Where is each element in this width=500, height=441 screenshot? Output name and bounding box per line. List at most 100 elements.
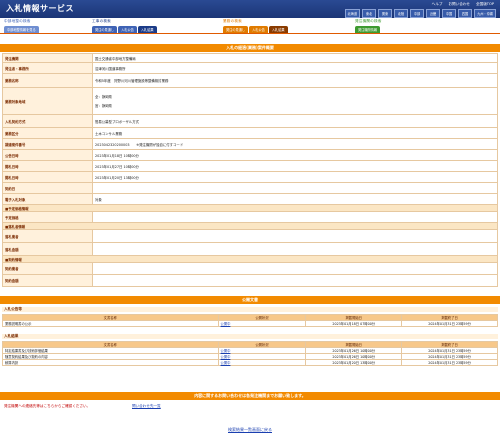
region-chubu[interactable]: 中部 xyxy=(410,9,425,18)
detail-row: 落札金額 xyxy=(2,242,498,256)
detail-row: 契約日 xyxy=(2,182,498,194)
detail-label: 契約金額 xyxy=(2,274,93,287)
region-chugoku[interactable]: 中国 xyxy=(442,9,457,18)
doc-start: 2023年01月20日 13時00分 xyxy=(305,359,403,366)
detail-label: 落札業者 xyxy=(2,229,93,243)
section-heading: ■契約情報 xyxy=(2,255,498,263)
region-tohoku[interactable]: 東北 xyxy=(362,9,377,18)
detail-label: 落札金額 xyxy=(2,242,93,256)
help-link[interactable]: ヘルプ xyxy=(432,2,443,7)
doc-status-link[interactable]: 公開中 xyxy=(221,349,231,353)
result-docs-heading: 入札結果 xyxy=(2,334,498,339)
detail-label: 契約日 xyxy=(2,182,93,194)
detail-label: 契約業者 xyxy=(2,262,93,275)
detail-row: 業務名称 令和5年度 狩野川河川管理施設等整備検討業務 xyxy=(2,73,498,88)
group-title: 業務の検索 xyxy=(223,19,242,23)
tab-construction-outlook[interactable]: 発注の見通し xyxy=(92,26,118,34)
detail-row: 発注者・事務所 沼津河川国道事務所 xyxy=(2,62,498,74)
detail-table: 発注機関 国土交通省中部地方整備局 発注者・事務所 沼津河川国道事務所 業務名称 令和… xyxy=(2,53,498,287)
group-construction: 工事の検索 発注の見通し 入札公告 入札結果 xyxy=(92,19,157,34)
group-agency: 発注機関の検索 発注機関情報 xyxy=(355,19,382,34)
detail-label: 業務対象地域 xyxy=(2,87,93,115)
detail-row: 予定価格 xyxy=(2,211,498,223)
top-links: ヘルプ お問い合わせ 全国版TOP xyxy=(432,2,494,7)
detail-row: 業務区分 土木コンサル業務 xyxy=(2,127,498,139)
doc-status-link[interactable]: 公開中 xyxy=(221,322,231,326)
detail-value xyxy=(92,182,498,194)
contact-area: 発注機関への連絡先等はこちらからご確認ください。 問い合わせ先一覧 xyxy=(2,401,498,411)
page-title: 入札の経過(業務)案件概要 xyxy=(0,44,500,52)
detail-value: 国土交通省中部地方整備局 xyxy=(92,53,498,63)
detail-label: 業務名称 xyxy=(2,73,93,88)
detail-row: 契約業者 xyxy=(2,262,498,275)
back-to-results-link[interactable]: 検索結果一覧画面に戻る xyxy=(228,427,272,432)
contact-list-link[interactable]: 問い合わせ先一覧 xyxy=(132,404,161,409)
detail-label: 発注者・事務所 xyxy=(2,62,93,74)
doc-name: 積算内訳 xyxy=(2,359,219,366)
detail-row: 公告日時 2023年01月18日 10時00分 xyxy=(2,149,498,161)
detail-label: 開札日時 xyxy=(2,171,93,183)
region-kyushu[interactable]: 九州・沖縄 xyxy=(474,9,496,18)
doc-status-link[interactable]: 公開中 xyxy=(221,355,231,359)
detail-row: 業務対象地域 全：静岡県 宮：静岡県 xyxy=(2,87,498,115)
app-header: 入札情報サービス ヘルプ お問い合わせ 全国版TOP 北海道 東北 関東 北陸 … xyxy=(0,0,500,18)
region-shikoku[interactable]: 四国 xyxy=(458,9,473,18)
national-top-link[interactable]: 全国版TOP xyxy=(476,2,494,7)
notice-docs-table: 文書名称 公開状況 掲載開始日 掲載終了日 業務説明書の公示 公開中 2023年… xyxy=(2,314,498,327)
contact-link[interactable]: お問い合わせ xyxy=(448,2,470,7)
detail-value xyxy=(92,229,498,243)
group-title: 発注機関の検索 xyxy=(355,19,382,23)
contact-bar: 内容に関するお問い合わせは各発注機関までお願い致します。 xyxy=(0,392,500,400)
detail-value: 2023年01月20日 13時00分 xyxy=(92,171,498,183)
detail-label: 開札日時 xyxy=(2,160,93,172)
table-row: 積算内訳 公開中 2023年01月20日 13時00分 2024年01月31日 … xyxy=(2,359,498,366)
region-kanto[interactable]: 関東 xyxy=(378,9,393,18)
tab-service-notice[interactable]: 入札公告 xyxy=(249,26,268,34)
detail-value: 2023年01月18日 10時00分 xyxy=(92,149,498,161)
section-row: ■落札者情報 xyxy=(2,222,498,230)
region-kinki[interactable]: 近畿 xyxy=(426,9,441,18)
doc-start: 2023年01月18日 07時00分 xyxy=(305,320,403,327)
section-row: ■契約情報 xyxy=(2,255,498,263)
result-docs-table: 文書名称 公開状況 掲載開始日 掲載終了日 特定結果書及び技術評価結果 公開中 … xyxy=(2,341,498,366)
tab-agency-info[interactable]: 発注機関情報 xyxy=(355,26,381,34)
detail-row: 入札契約方式 簡易公募型プロポーザル方式 xyxy=(2,114,498,128)
detail-value: 沼津河川国道事務所 xyxy=(92,62,498,74)
region-hokuriku[interactable]: 北陸 xyxy=(394,9,409,18)
detail-row: 調達案件番号 2023042320200003 ※発注機関が独自に付すコード xyxy=(2,138,498,150)
detail-label: 予定価格 xyxy=(2,211,93,223)
detail-row: 発注機関 国土交通省中部地方整備局 xyxy=(2,53,498,63)
contact-message: 発注機関への連絡先等はこちらからご確認ください。 xyxy=(4,404,91,408)
detail-row: 電子入札対象 対象 xyxy=(2,193,498,205)
region-tabs: 北海道 東北 関東 北陸 中部 近畿 中国 四国 九州・沖縄 xyxy=(344,9,496,18)
tab-construction-result[interactable]: 入札結果 xyxy=(137,26,157,34)
tab-chubu-info[interactable]: 中部地整情報を見る xyxy=(4,26,39,34)
section-heading: ■落札者情報 xyxy=(2,222,498,230)
doc-name: 業務説明書の公示 xyxy=(2,320,219,327)
detail-label: 発注機関 xyxy=(2,53,93,63)
detail-label: 電子入札対象 xyxy=(2,193,93,205)
region-hokkaido[interactable]: 北海道 xyxy=(344,9,361,18)
table-row: 業務説明書の公示 公開中 2023年01月18日 07時00分 2024年01月… xyxy=(2,320,498,327)
detail-value xyxy=(92,262,498,275)
tab-service-outlook[interactable]: 発注の見通し xyxy=(223,26,249,34)
doc-status-link[interactable]: 公開中 xyxy=(221,361,231,365)
detail-value xyxy=(92,211,498,223)
tab-construction-notice[interactable]: 入札公告 xyxy=(118,26,137,34)
detail-value: 簡易公募型プロポーザル方式 xyxy=(92,114,498,128)
detail-value: 2023年01月27日 10時00分 xyxy=(92,160,498,172)
group-service: 業務の検索 発注の見通し 入札公告 入札結果 xyxy=(223,19,288,34)
group-chubu: 中部地整の検索 中部地整情報を見る xyxy=(4,19,39,34)
tab-service-result[interactable]: 入札結果 xyxy=(268,26,288,34)
detail-label: 調達案件番号 xyxy=(2,138,93,150)
detail-value: 土木コンサル業務 xyxy=(92,127,498,139)
group-title: 中部地整の検索 xyxy=(4,19,31,23)
detail-row: 開札日時 2023年01月27日 10時00分 xyxy=(2,160,498,172)
detail-label: 公告日時 xyxy=(2,149,93,161)
detail-row: 落札業者 xyxy=(2,229,498,243)
detail-value: 令和5年度 狩野川河川管理施設等整備検討業務 xyxy=(92,73,498,88)
detail-value: 2023042320200003 ※発注機関が独自に付すコード xyxy=(92,138,498,150)
doc-end: 2024年01月31日 23時59分 xyxy=(401,359,498,366)
back-to-results-container: 検索結果一覧画面に戻る xyxy=(0,427,500,433)
detail-value: 対象 xyxy=(92,193,498,205)
